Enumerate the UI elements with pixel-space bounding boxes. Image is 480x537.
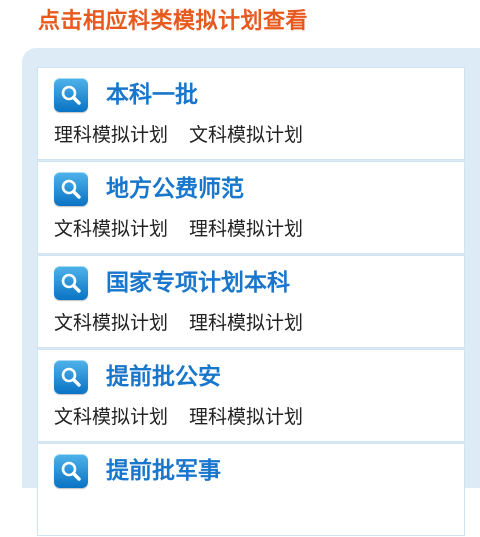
plan-links: 文科模拟计划 理科模拟计划 xyxy=(54,215,303,243)
category-list: 本科一批 理科模拟计划 文科模拟计划 地方公费师范 文科模拟计划 理科模拟计划 国家… xyxy=(37,67,465,537)
card-header[interactable]: 提前批军事 xyxy=(54,454,221,488)
category-card-undergrad-batch1: 本科一批 理科模拟计划 文科模拟计划 xyxy=(37,67,465,160)
arts-plan-link[interactable]: 文科模拟计划 xyxy=(54,406,168,428)
arts-plan-link[interactable]: 文科模拟计划 xyxy=(54,312,168,334)
card-title[interactable]: 地方公费师范 xyxy=(106,174,244,204)
plan-links: 文科模拟计划 理科模拟计划 xyxy=(54,403,303,431)
card-title[interactable]: 国家专项计划本科 xyxy=(106,268,290,298)
page-title: 点击相应科类模拟计划查看 xyxy=(38,9,309,34)
category-card-early-police: 提前批公安 文科模拟计划 理科模拟计划 xyxy=(37,349,465,442)
card-header[interactable]: 地方公费师范 xyxy=(54,172,244,206)
science-plan-link[interactable]: 理科模拟计划 xyxy=(189,218,303,240)
plan-links: 文科模拟计划 理科模拟计划 xyxy=(54,309,303,337)
category-card-early-military: 提前批军事 xyxy=(37,443,465,536)
search-icon xyxy=(54,360,88,394)
arts-plan-link[interactable]: 文科模拟计划 xyxy=(54,218,168,240)
category-card-national-special: 国家专项计划本科 文科模拟计划 理科模拟计划 xyxy=(37,255,465,348)
search-icon xyxy=(54,172,88,206)
card-title[interactable]: 本科一批 xyxy=(106,80,198,110)
plan-links: 理科模拟计划 文科模拟计划 xyxy=(54,121,303,149)
search-icon xyxy=(54,266,88,300)
science-plan-link[interactable]: 理科模拟计划 xyxy=(54,124,168,146)
card-header[interactable]: 本科一批 xyxy=(54,78,198,112)
card-header[interactable]: 国家专项计划本科 xyxy=(54,266,290,300)
search-icon xyxy=(54,454,88,488)
arts-plan-link[interactable]: 文科模拟计划 xyxy=(189,124,303,146)
card-title[interactable]: 提前批军事 xyxy=(106,456,221,486)
science-plan-link[interactable]: 理科模拟计划 xyxy=(189,406,303,428)
search-icon xyxy=(54,78,88,112)
science-plan-link[interactable]: 理科模拟计划 xyxy=(189,312,303,334)
card-title[interactable]: 提前批公安 xyxy=(106,362,221,392)
card-header[interactable]: 提前批公安 xyxy=(54,360,221,394)
category-card-local-normal: 地方公费师范 文科模拟计划 理科模拟计划 xyxy=(37,161,465,254)
